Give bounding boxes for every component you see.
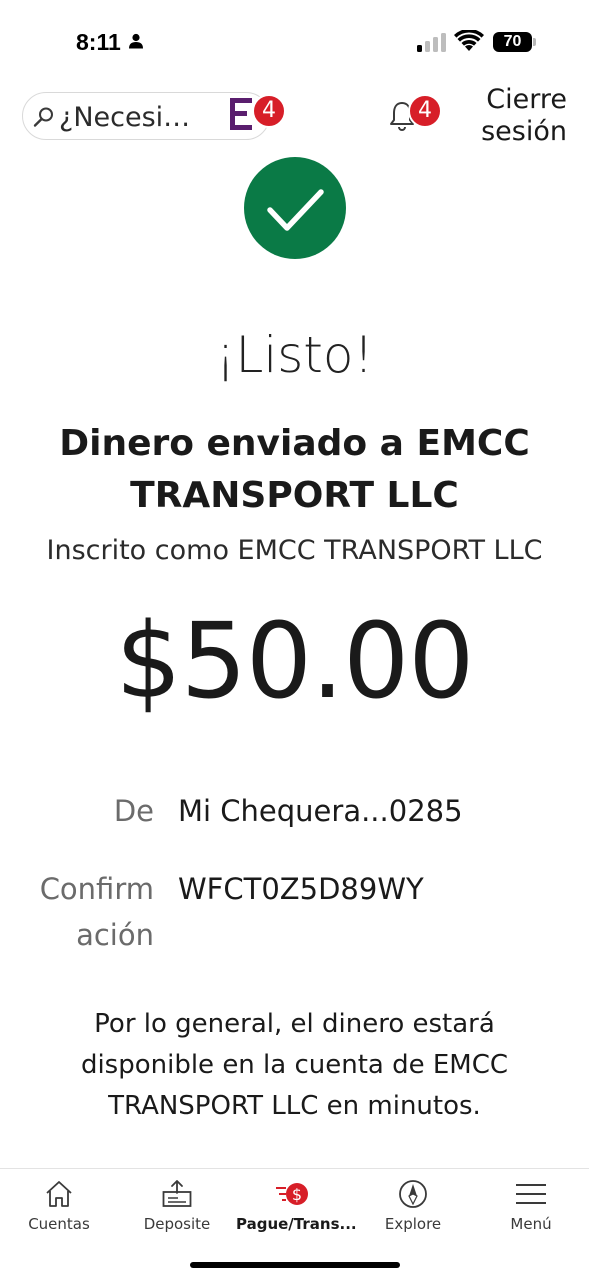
nav-label-accounts: Cuentas bbox=[28, 1215, 90, 1233]
person-icon bbox=[129, 33, 143, 49]
availability-note: Por lo general, el dinero estará disponi… bbox=[80, 1009, 509, 1121]
recipient-title: Dinero enviado a EMCC TRANSPORT LLC bbox=[59, 423, 530, 516]
assistant-badge: 4 bbox=[252, 94, 286, 128]
svg-text:$: $ bbox=[292, 1185, 302, 1204]
nav-label-menu: Menú bbox=[510, 1215, 552, 1233]
from-account-value: Mi Chequera...0285 bbox=[178, 794, 463, 828]
home-icon bbox=[46, 1181, 72, 1207]
logout-label-line1: Cierre bbox=[486, 84, 567, 115]
search-icon bbox=[33, 107, 53, 127]
nav-item-deposit[interactable]: Deposite bbox=[118, 1169, 236, 1249]
hamburger-menu-icon bbox=[516, 1184, 546, 1204]
nav-label-pay-transfer: Pague/Trans... bbox=[236, 1215, 357, 1233]
notification-badge: 4 bbox=[408, 94, 442, 128]
signal-icon bbox=[417, 33, 446, 52]
nav-item-explore[interactable]: Explore bbox=[354, 1169, 472, 1249]
payment-amount: $50.00 bbox=[115, 600, 475, 722]
home-indicator[interactable] bbox=[190, 1262, 400, 1268]
deposit-icon bbox=[162, 1180, 192, 1207]
status-bar: 8:11 70 bbox=[0, 0, 589, 84]
pay-transfer-icon: $ bbox=[276, 1183, 308, 1205]
status-time: 8:11 bbox=[76, 29, 121, 55]
compass-icon bbox=[399, 1180, 427, 1208]
nav-item-accounts[interactable]: Cuentas bbox=[0, 1169, 118, 1249]
confirmation-label: Confirm ación bbox=[39, 872, 154, 952]
from-label: De bbox=[113, 794, 154, 828]
logout-button[interactable]: Cierre sesión bbox=[481, 84, 567, 148]
nav-label-explore: Explore bbox=[384, 1215, 442, 1233]
battery-tip bbox=[533, 38, 536, 46]
nav-item-pay-transfer[interactable]: $ Pague/Trans... bbox=[236, 1169, 357, 1249]
nav-item-menu[interactable]: Menú bbox=[472, 1169, 589, 1249]
confirmation-number: WFCT0Z5D89WY bbox=[178, 872, 424, 906]
nav-label-deposit: Deposite bbox=[143, 1215, 211, 1233]
logout-label-line2: sesión bbox=[481, 116, 567, 147]
success-headline: ¡Listo! bbox=[215, 326, 374, 384]
wifi-icon bbox=[454, 30, 484, 51]
enrolled-as-text: Inscrito como EMCC TRANSPORT LLC bbox=[46, 535, 543, 566]
checkmark-icon bbox=[244, 157, 346, 259]
battery-icon: 70 bbox=[493, 32, 532, 52]
search-placeholder: ¿Necesi… bbox=[59, 102, 191, 133]
payment-confirmation-screen: 8:11 70 ¿Necesi… 4 4 Cierre sesión ¡List… bbox=[0, 0, 589, 1280]
